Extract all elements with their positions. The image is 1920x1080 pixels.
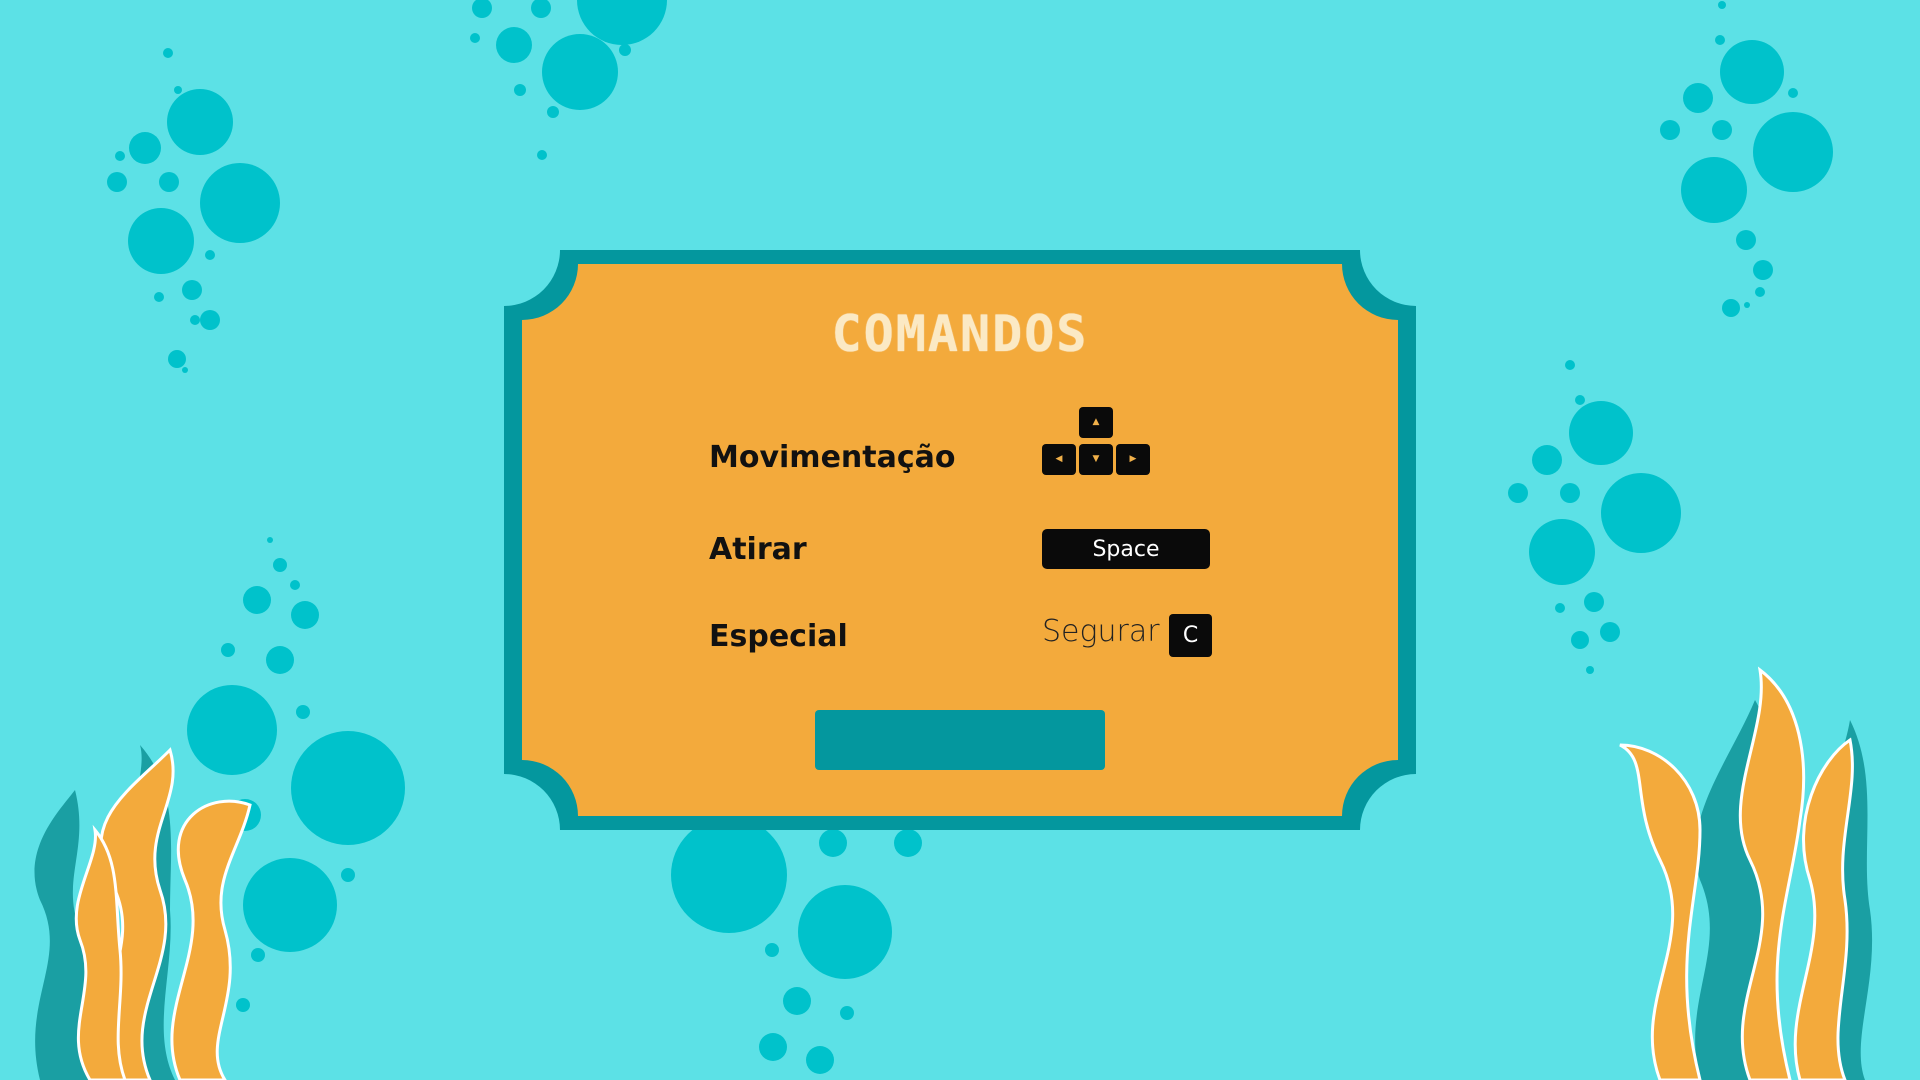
back-button[interactable] bbox=[815, 710, 1105, 770]
space-key: Space bbox=[1042, 529, 1210, 569]
control-label-shoot: Atirar bbox=[709, 532, 807, 567]
seaweed-right bbox=[1619, 666, 1873, 1080]
arrow-right-key-icon: ▶ bbox=[1116, 444, 1150, 475]
seaweed-left bbox=[34, 745, 252, 1080]
game-scene: COMANDOS Movimentação ▲ ◀ ▼ ▶ Atirar Spa… bbox=[0, 0, 1920, 1080]
control-label-movement: Movimentação bbox=[709, 440, 956, 475]
commands-panel: COMANDOS Movimentação ▲ ◀ ▼ ▶ Atirar Spa… bbox=[504, 250, 1416, 830]
bubble-cluster-bottom-center bbox=[671, 817, 922, 1074]
arrow-up-key-icon: ▲ bbox=[1079, 407, 1113, 438]
arrow-left-key-icon: ◀ bbox=[1042, 444, 1076, 475]
control-label-special: Especial bbox=[709, 619, 848, 654]
bubble-cluster-top-center bbox=[470, 0, 667, 160]
bubble-cluster-top-right bbox=[1660, 1, 1833, 317]
hold-instruction: Segurar bbox=[1042, 614, 1160, 649]
bubble-cluster-mid-right bbox=[1508, 360, 1681, 674]
panel-title: COMANDOS bbox=[831, 305, 1089, 363]
bubble-cluster-top-left bbox=[107, 48, 280, 373]
c-key: C bbox=[1169, 614, 1212, 657]
arrow-down-key-icon: ▼ bbox=[1079, 444, 1113, 475]
